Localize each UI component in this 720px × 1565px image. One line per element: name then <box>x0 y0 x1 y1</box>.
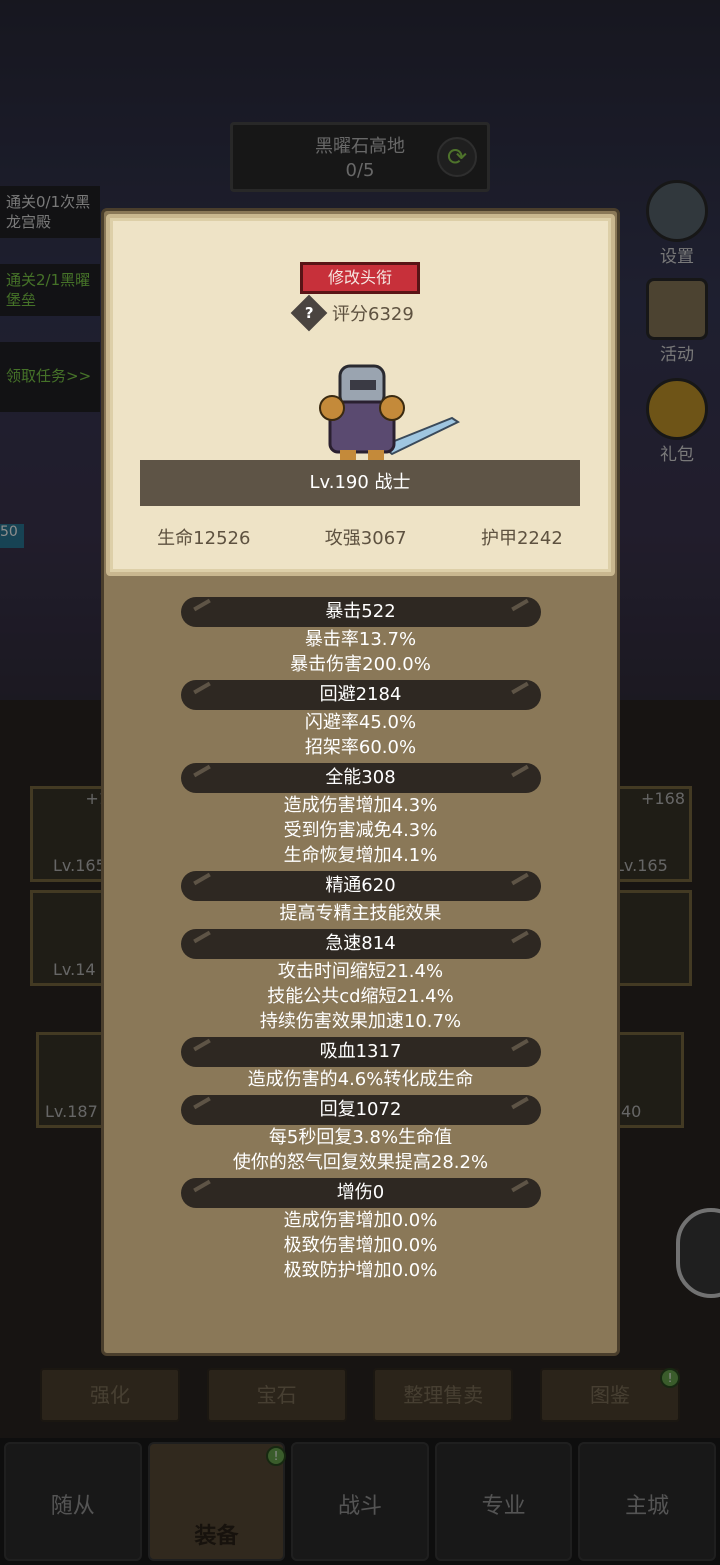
attribute-header: 回避2184 <box>180 680 541 710</box>
base-stats: 生命12526 攻强3067 护甲2242 <box>120 524 600 550</box>
attribute-detail: 暴击率13.7% <box>304 629 417 650</box>
attribute-header: 吸血1317 <box>180 1037 541 1067</box>
score-label: 评分6329 <box>332 304 414 325</box>
attribute-detail: 造成伤害的4.6%转化成生命 <box>247 1069 474 1090</box>
attribute-header: 全能308 <box>180 763 541 793</box>
attribute-detail: 极致伤害增加0.0% <box>283 1235 438 1256</box>
edit-title-button[interactable]: 修改头衔 <box>300 262 420 294</box>
attribute-detail: 受到伤害减免4.3% <box>283 820 438 841</box>
attribute-detail: 暴击伤害200.0% <box>290 654 431 675</box>
attribute-detail: 生命恢复增加4.1% <box>283 845 438 866</box>
stat-armor: 护甲2242 <box>480 528 563 549</box>
attribute-detail: 攻击时间缩短21.4% <box>277 961 444 982</box>
attribute-detail: 持续伤害效果加速10.7% <box>259 1011 462 1032</box>
attribute-list: 暴击522 暴击率13.7% 暴击伤害200.0% 回避2184 闪避率45.0… <box>101 594 620 1283</box>
help-icon[interactable]: ? <box>290 294 328 332</box>
attribute-header: 急速814 <box>180 929 541 959</box>
attribute-header: 增伤0 <box>180 1178 541 1208</box>
attribute-detail: 使你的怒气回复效果提高28.2% <box>232 1152 489 1173</box>
stat-hp: 生命12526 <box>157 528 251 549</box>
stat-attack: 攻强3067 <box>324 528 407 549</box>
attribute-header: 回复1072 <box>180 1095 541 1125</box>
level-class-bar: Lv.190 战士 <box>140 460 580 506</box>
attribute-detail: 极致防护增加0.0% <box>283 1260 438 1281</box>
attribute-detail: 招架率60.0% <box>304 737 417 758</box>
attribute-header: 暴击522 <box>180 597 541 627</box>
warrior-avatar <box>319 364 461 468</box>
score-row: ? 评分6329 <box>290 294 414 332</box>
attribute-detail: 闪避率45.0% <box>304 712 417 733</box>
attribute-detail: 每5秒回复3.8%生命值 <box>268 1127 453 1148</box>
attribute-detail: 提高专精主技能效果 <box>279 903 442 924</box>
attribute-detail: 造成伤害增加4.3% <box>283 795 438 816</box>
attribute-detail: 技能公共cd缩短21.4% <box>267 986 454 1007</box>
attribute-detail: 造成伤害增加0.0% <box>283 1210 438 1231</box>
attribute-header: 精通620 <box>180 871 541 901</box>
